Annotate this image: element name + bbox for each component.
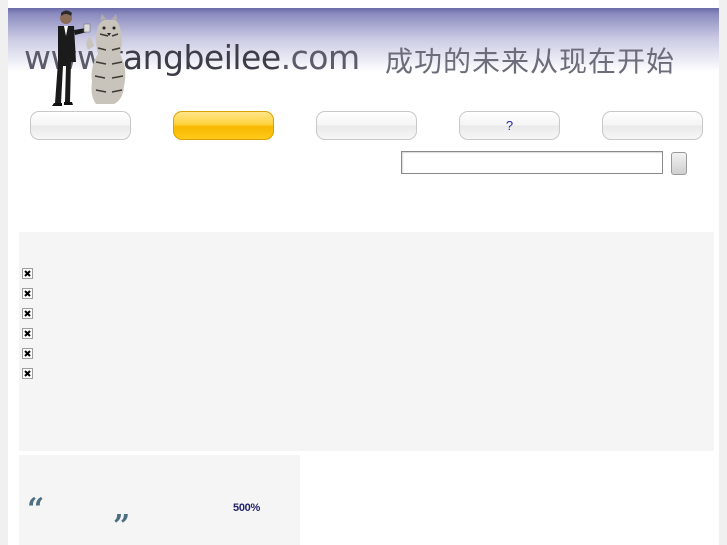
broken-image-icon (22, 288, 33, 299)
nav-button-3[interactable] (316, 111, 417, 140)
nav-button-5[interactable] (602, 111, 703, 140)
mascot-image (52, 10, 126, 106)
broken-image-icon (22, 328, 33, 339)
content-list-panel (19, 232, 714, 451)
open-quote-icon: “ (27, 492, 45, 527)
close-quote-icon: ” (113, 509, 131, 544)
testimonial-highlight: 500% (233, 502, 260, 514)
broken-image-icon (22, 348, 33, 359)
testimonial-panel: “ ” 500% (19, 455, 300, 545)
search-button[interactable] (671, 152, 687, 175)
broken-image-icon (22, 308, 33, 319)
header-slogan: 成功的未来从现在开始 (385, 45, 676, 78)
logo-suffix: .com (280, 38, 360, 77)
search-input[interactable] (401, 151, 663, 174)
nav-button-1[interactable] (30, 111, 131, 140)
broken-image-icon (22, 368, 33, 379)
nav-button-2-active[interactable] (173, 111, 274, 140)
nav-button-4[interactable]: ? (459, 111, 560, 140)
page-container: www.tangbeilee.com 成功的未来从现在开始 ? (8, 0, 719, 545)
broken-image-icon (22, 268, 33, 279)
